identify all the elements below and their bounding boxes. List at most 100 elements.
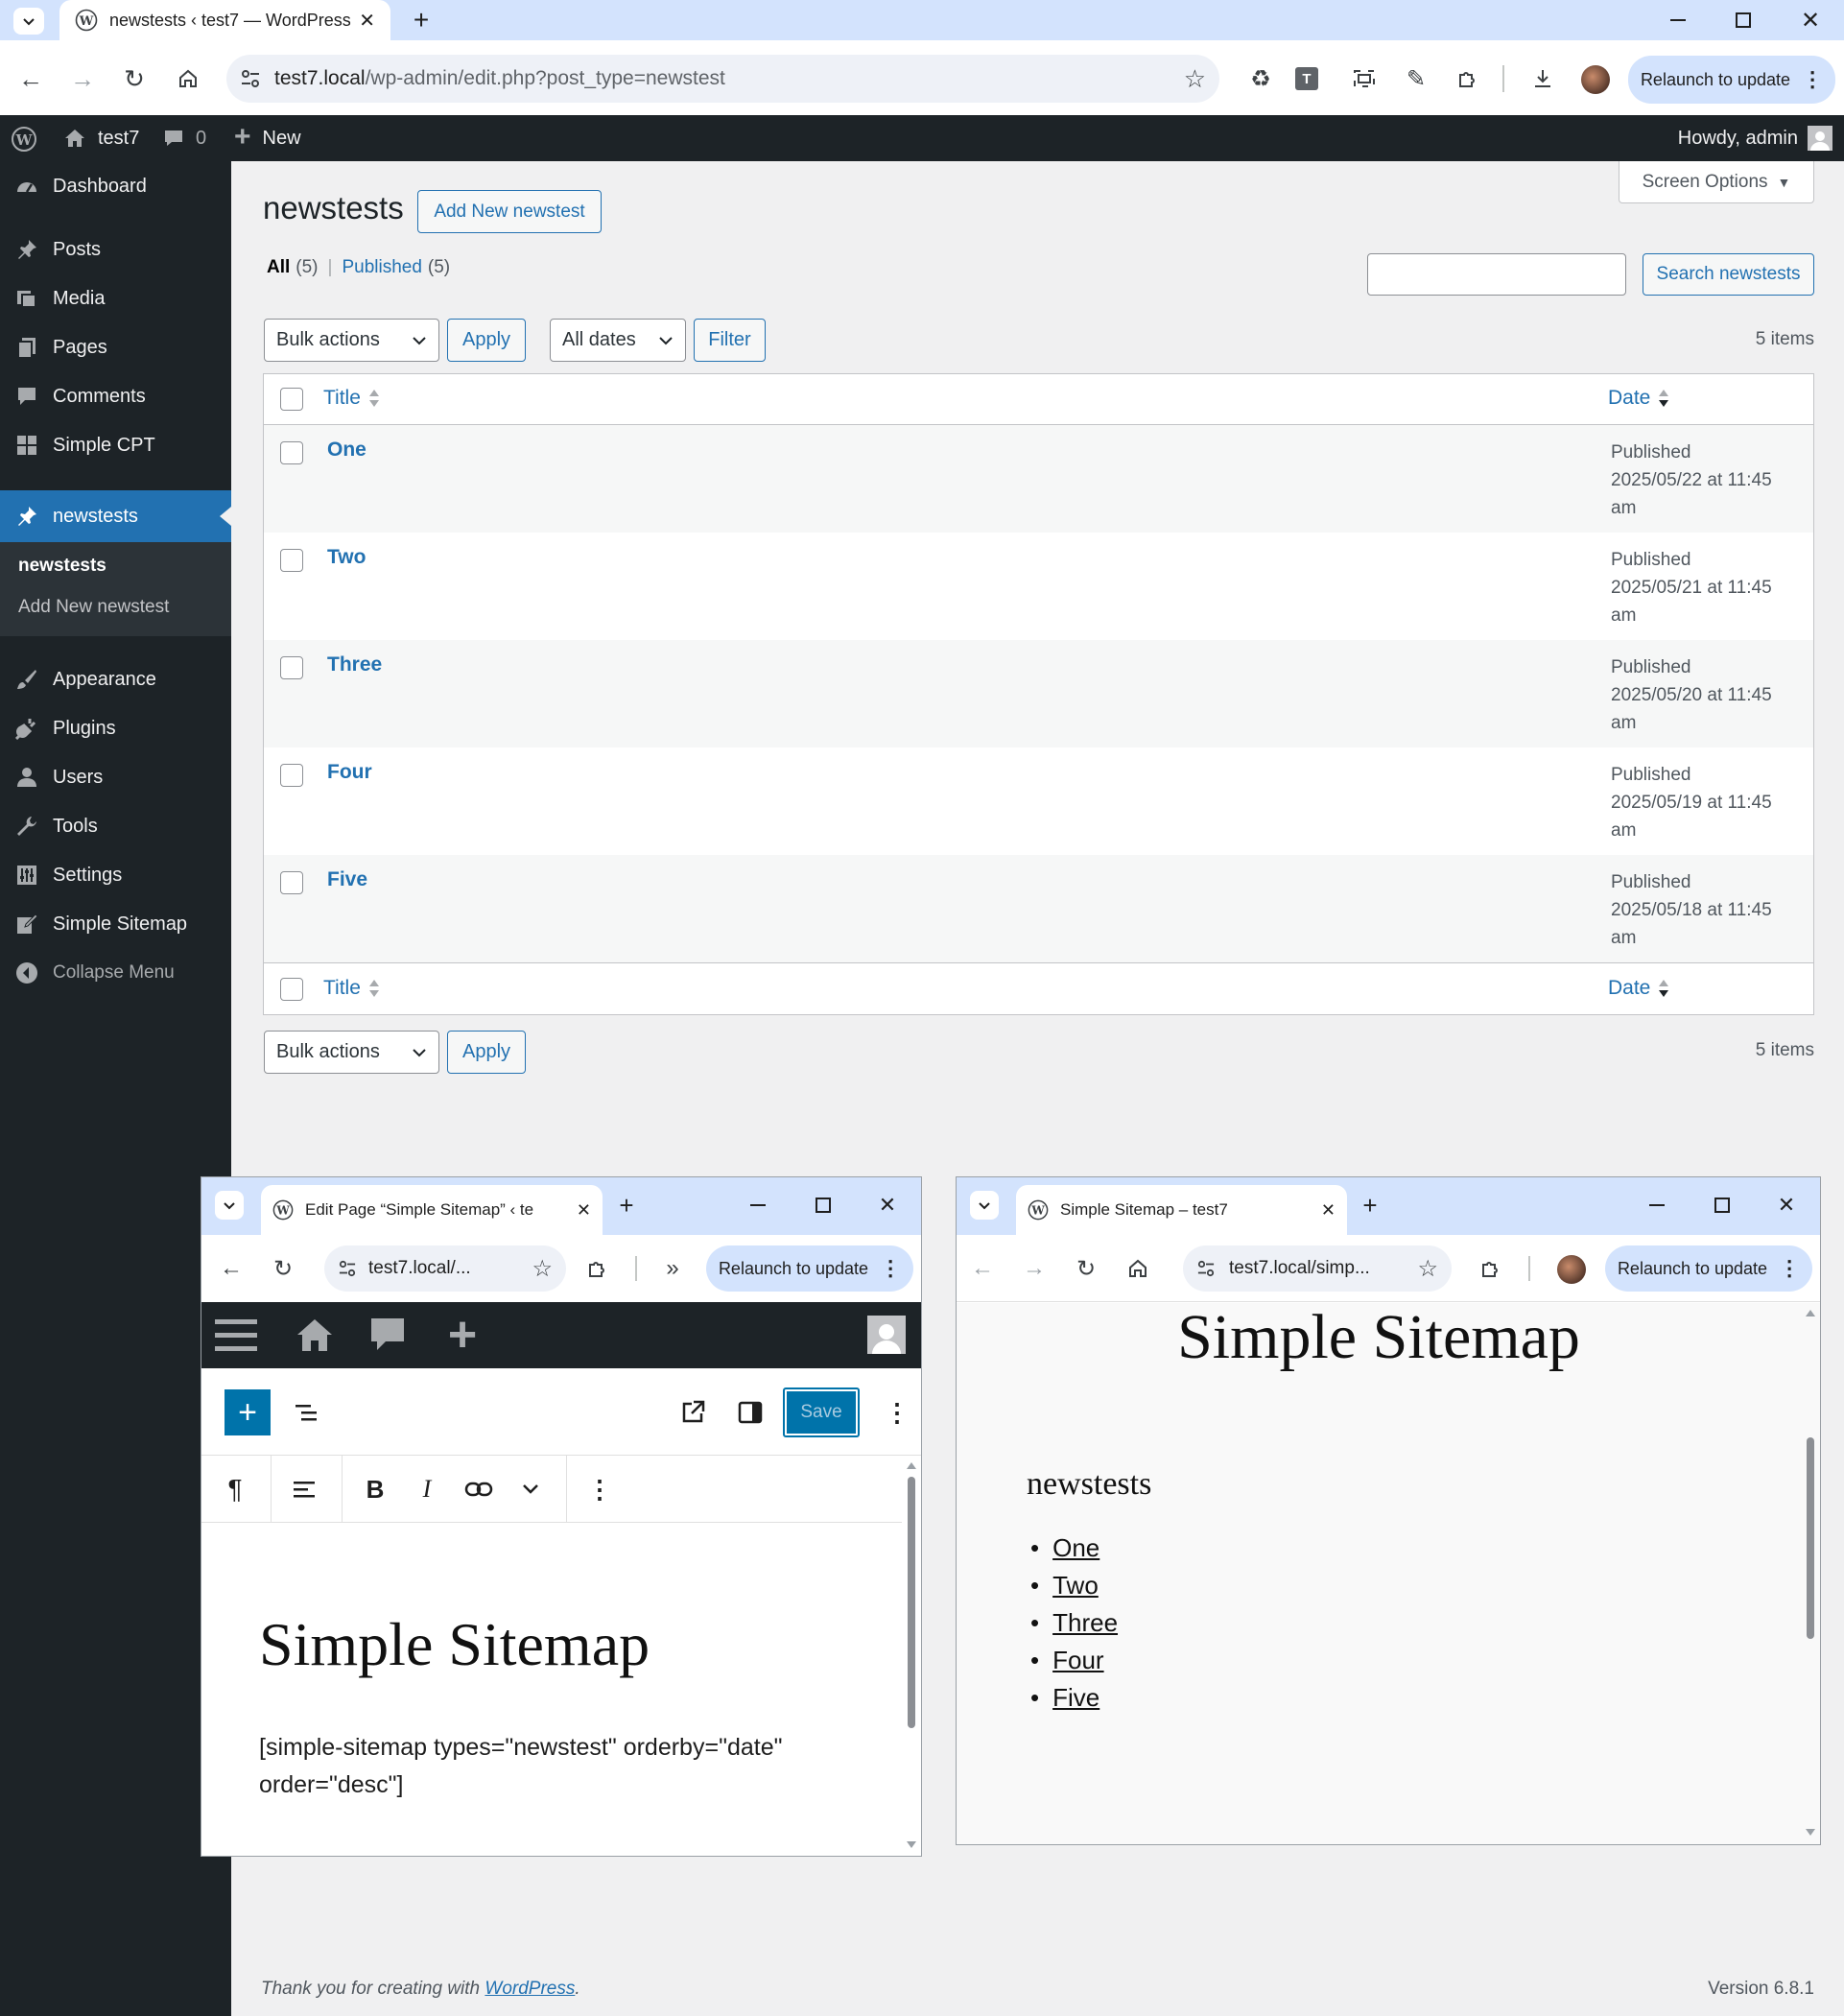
collapse-menu-button[interactable]: Collapse Menu <box>0 949 231 997</box>
bold-icon[interactable]: B <box>353 1469 397 1509</box>
italic-icon[interactable]: I <box>405 1469 449 1509</box>
reload-icon[interactable]: ↻ <box>267 1252 299 1285</box>
sitemap-link[interactable]: Four <box>1052 1642 1103 1679</box>
sidebar-item-settings[interactable]: Settings <box>0 851 231 899</box>
new-tab-plus-icon[interactable]: + <box>405 4 437 36</box>
comment-icon[interactable] <box>366 1314 409 1356</box>
sitemap-link[interactable]: Five <box>1052 1679 1099 1717</box>
sitemap-tab[interactable]: W Simple Sitemap – test7 ✕ <box>1016 1185 1347 1235</box>
extensions-puzzle-icon[interactable] <box>1451 61 1485 96</box>
more-vertical-icon[interactable]: ⋮ <box>1779 1256 1800 1281</box>
editor-address-bar[interactable]: test7.local/... ☆ <box>324 1245 566 1292</box>
more-extensions-icon[interactable]: » <box>656 1252 689 1285</box>
extensions-puzzle-icon[interactable] <box>1475 1252 1507 1285</box>
recycle-icon[interactable]: ♻ <box>1243 61 1278 96</box>
sort-date-link[interactable]: Date <box>1608 387 1669 410</box>
select-all-checkbox-footer[interactable] <box>280 978 303 1001</box>
submenu-item-newstests[interactable]: newstests <box>0 556 231 577</box>
site-info-icon[interactable] <box>338 1260 357 1277</box>
reload-icon[interactable]: ↻ <box>117 61 152 96</box>
wp-logo-icon[interactable]: W <box>10 125 38 154</box>
site-info-icon[interactable] <box>240 69 261 88</box>
row-checkbox[interactable] <box>280 871 303 894</box>
tab-search-button[interactable] <box>13 8 44 35</box>
back-arrow-icon[interactable]: ← <box>966 1252 999 1285</box>
bookmark-star-icon[interactable]: ☆ <box>1417 1255 1438 1283</box>
maximize-icon[interactable] <box>804 1191 842 1220</box>
more-vertical-icon[interactable]: ⋮ <box>880 1256 901 1281</box>
sort-title-link[interactable]: Title <box>323 387 380 410</box>
sort-title-link-footer[interactable]: Title <box>323 977 380 1000</box>
more-rich-text-chevron-icon[interactable] <box>508 1469 553 1509</box>
save-button[interactable]: Save <box>783 1387 860 1437</box>
download-icon[interactable] <box>1525 61 1560 96</box>
external-link-icon[interactable] <box>675 1395 710 1430</box>
my-account-link[interactable]: Howdy, admin <box>1678 115 1832 161</box>
close-tab-icon[interactable]: ✕ <box>1321 1200 1336 1221</box>
sitemap-scrollbar[interactable] <box>1801 1303 1820 1844</box>
home-icon[interactable] <box>294 1314 336 1356</box>
row-title-link[interactable]: One <box>327 439 366 462</box>
row-checkbox[interactable] <box>280 441 303 464</box>
hamburger-menu-icon[interactable] <box>215 1314 257 1356</box>
new-tab-plus-icon[interactable]: + <box>1356 1191 1384 1220</box>
filter-published[interactable]: Published <box>342 257 421 278</box>
align-left-icon[interactable] <box>282 1469 326 1509</box>
bookmark-star-icon[interactable]: ☆ <box>1184 64 1206 94</box>
row-checkbox[interactable] <box>280 549 303 572</box>
filter-all[interactable]: All <box>267 257 290 278</box>
close-tab-icon[interactable]: ✕ <box>359 9 375 33</box>
block-inserter-plus-icon[interactable]: + <box>225 1389 271 1435</box>
footer-wordpress-link[interactable]: WordPress <box>485 1979 575 1999</box>
shortcode-paragraph[interactable]: [simple-sitemap types="newstest" orderby… <box>259 1729 854 1804</box>
sidebar-item-media[interactable]: Media <box>0 274 231 322</box>
bulk-actions-select-bottom[interactable]: Bulk actions <box>264 1031 439 1074</box>
paragraph-icon[interactable]: ¶ <box>213 1469 257 1509</box>
tab-search-button[interactable] <box>970 1191 999 1220</box>
row-title-link[interactable]: Two <box>327 546 366 569</box>
text-extension-icon[interactable]: T <box>1295 67 1318 90</box>
sidebar-item-appearance[interactable]: Appearance <box>0 655 231 703</box>
new-content-link[interactable]: + New <box>234 115 301 161</box>
search-input[interactable] <box>1367 253 1626 296</box>
sidebar-item-dashboard[interactable]: Dashboard <box>0 162 231 210</box>
dates-filter-select[interactable]: All dates <box>550 319 686 362</box>
document-overview-icon[interactable] <box>290 1395 324 1430</box>
forward-arrow-icon[interactable]: → <box>65 61 100 96</box>
sitemap-link[interactable]: Two <box>1052 1567 1099 1604</box>
sitemap-link[interactable]: Three <box>1052 1604 1118 1642</box>
minimize-icon[interactable] <box>1638 1191 1676 1220</box>
site-name-link[interactable]: test7 <box>63 115 139 161</box>
more-vertical-icon[interactable]: ⋮ <box>1802 67 1823 92</box>
editor-tab[interactable]: W Edit Page “Simple Sitemap” ‹ te ✕ <box>261 1185 603 1235</box>
maximize-icon[interactable] <box>1719 4 1767 36</box>
minimize-icon[interactable] <box>739 1191 777 1220</box>
sidebar-item-users[interactable]: Users <box>0 753 231 801</box>
sidebar-item-tools[interactable]: Tools <box>0 802 231 850</box>
avatar[interactable] <box>867 1316 906 1354</box>
tab-search-button[interactable] <box>215 1191 244 1220</box>
extensions-puzzle-icon[interactable] <box>581 1252 614 1285</box>
home-icon[interactable] <box>1122 1252 1154 1285</box>
pen-icon[interactable]: ✎ <box>1399 61 1433 96</box>
sitemap-address-bar[interactable]: test7.local/simp... ☆ <box>1183 1245 1452 1292</box>
profile-avatar[interactable] <box>1581 65 1610 94</box>
apply-button-bottom[interactable]: Apply <box>447 1031 526 1074</box>
sidebar-item-comments[interactable]: Comments <box>0 372 231 420</box>
minimize-icon[interactable] <box>1654 4 1702 36</box>
sitemap-link[interactable]: One <box>1052 1530 1099 1567</box>
search-newstests-button[interactable]: Search newstests <box>1643 253 1814 296</box>
address-bar[interactable]: test7.local/wp-admin/edit.php?post_type=… <box>226 55 1219 103</box>
scrollbar-thumb[interactable] <box>1807 1437 1814 1639</box>
window-close-icon[interactable]: ✕ <box>868 1191 907 1220</box>
block-options-icon[interactable]: ⋮ <box>578 1469 622 1509</box>
screenshot-icon[interactable] <box>1347 61 1382 96</box>
scrollbar-thumb[interactable] <box>908 1477 915 1728</box>
add-new-newstest-button[interactable]: Add New newstest <box>417 190 602 233</box>
window-close-icon[interactable]: ✕ <box>1786 4 1834 36</box>
reload-icon[interactable]: ↻ <box>1070 1252 1102 1285</box>
close-tab-icon[interactable]: ✕ <box>577 1200 591 1221</box>
profile-avatar[interactable] <box>1557 1255 1586 1284</box>
relaunch-button[interactable]: Relaunch to update ⋮ <box>1605 1245 1812 1292</box>
forward-arrow-icon[interactable]: → <box>1018 1252 1051 1285</box>
